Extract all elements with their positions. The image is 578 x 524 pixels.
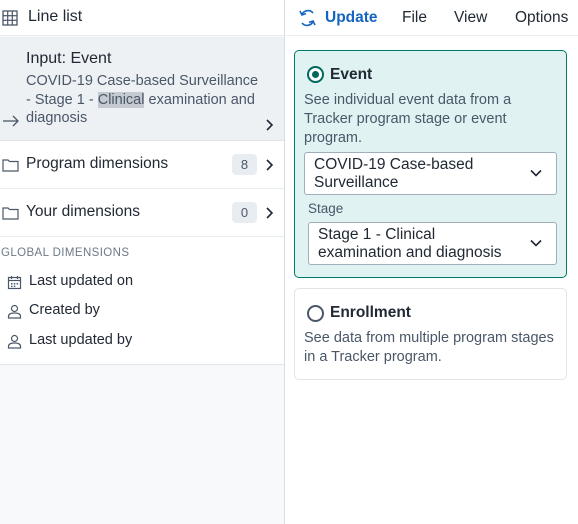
count-badge: 8 xyxy=(232,154,257,175)
dimension-item-last-updated-on[interactable]: Last updated on xyxy=(0,270,284,294)
program-select-value: COVID-19 Case-based Surveillance xyxy=(314,156,474,191)
highlighted-text: Clinical xyxy=(97,91,145,108)
input-type-enrollment-card[interactable]: Enrollment See data from multiple progra… xyxy=(294,288,567,380)
dimension-label: Created by xyxy=(29,302,100,318)
panel-title: Line list xyxy=(28,8,83,25)
enrollment-description: See data from multiple program stages in… xyxy=(304,330,554,365)
dimension-item-last-updated-by[interactable]: Last updated by xyxy=(0,329,284,353)
enrollment-title: Enrollment xyxy=(330,304,411,321)
left-panel: Line list Input: Event COVID-19 Case-bas… xyxy=(0,0,285,524)
folder-icon xyxy=(2,207,19,220)
dimension-item-created-by[interactable]: Created by xyxy=(0,299,284,323)
stage-label: Stage xyxy=(308,201,344,216)
chevron-right-icon xyxy=(266,207,274,219)
table-icon xyxy=(2,10,18,26)
your-dimensions-row[interactable]: Your dimensions 0 xyxy=(0,189,284,237)
chevron-right-icon xyxy=(266,159,274,171)
calendar-icon xyxy=(7,276,22,290)
arrow-right-icon xyxy=(3,115,19,127)
count-badge: 0 xyxy=(232,202,257,223)
toolbar: Update File View Options xyxy=(286,0,578,36)
program-select[interactable]: COVID-19 Case-based Surveillance xyxy=(304,152,557,195)
update-icon[interactable] xyxy=(298,9,317,27)
dimension-label: Last updated by xyxy=(29,332,133,348)
panel-header: Line list xyxy=(0,0,284,36)
input-type-event-card[interactable]: Event See individual event data from a T… xyxy=(294,50,567,278)
stage-select-value: Stage 1 - Clinical examination and diagn… xyxy=(318,226,502,261)
enrollment-radio[interactable] xyxy=(307,305,324,322)
event-description: See individual event data from a Tracker… xyxy=(304,92,512,146)
global-dimensions-section: GLOBAL DIMENSIONS Last updated on Create… xyxy=(0,237,284,365)
menu-file[interactable]: File xyxy=(402,9,427,27)
input-description: COVID-19 Case-based Surveillance - Stage… xyxy=(26,72,262,128)
chevron-down-icon xyxy=(530,239,542,247)
chevron-right-icon xyxy=(266,119,274,131)
folder-icon xyxy=(2,159,19,172)
event-title: Event xyxy=(330,66,373,83)
event-radio[interactable] xyxy=(307,66,324,83)
global-dimensions-title: GLOBAL DIMENSIONS xyxy=(1,247,130,259)
input-type-panel: Update File View Options Event See indiv… xyxy=(286,0,578,524)
menu-options[interactable]: Options xyxy=(515,9,568,27)
input-heading: Input: Event xyxy=(26,50,112,67)
user-icon xyxy=(7,304,22,319)
your-dimensions-label: Your dimensions xyxy=(26,203,141,220)
program-dimensions-label: Program dimensions xyxy=(26,155,169,172)
stage-select[interactable]: Stage 1 - Clinical examination and diagn… xyxy=(308,222,557,265)
user-icon xyxy=(7,334,22,349)
chevron-down-icon xyxy=(530,169,542,177)
dimension-label: Last updated on xyxy=(29,273,134,289)
menu-view[interactable]: View xyxy=(454,9,487,27)
input-selector[interactable]: Input: Event COVID-19 Case-based Surveil… xyxy=(0,37,284,141)
program-dimensions-row[interactable]: Program dimensions 8 xyxy=(0,141,284,189)
update-button[interactable]: Update xyxy=(325,9,378,27)
